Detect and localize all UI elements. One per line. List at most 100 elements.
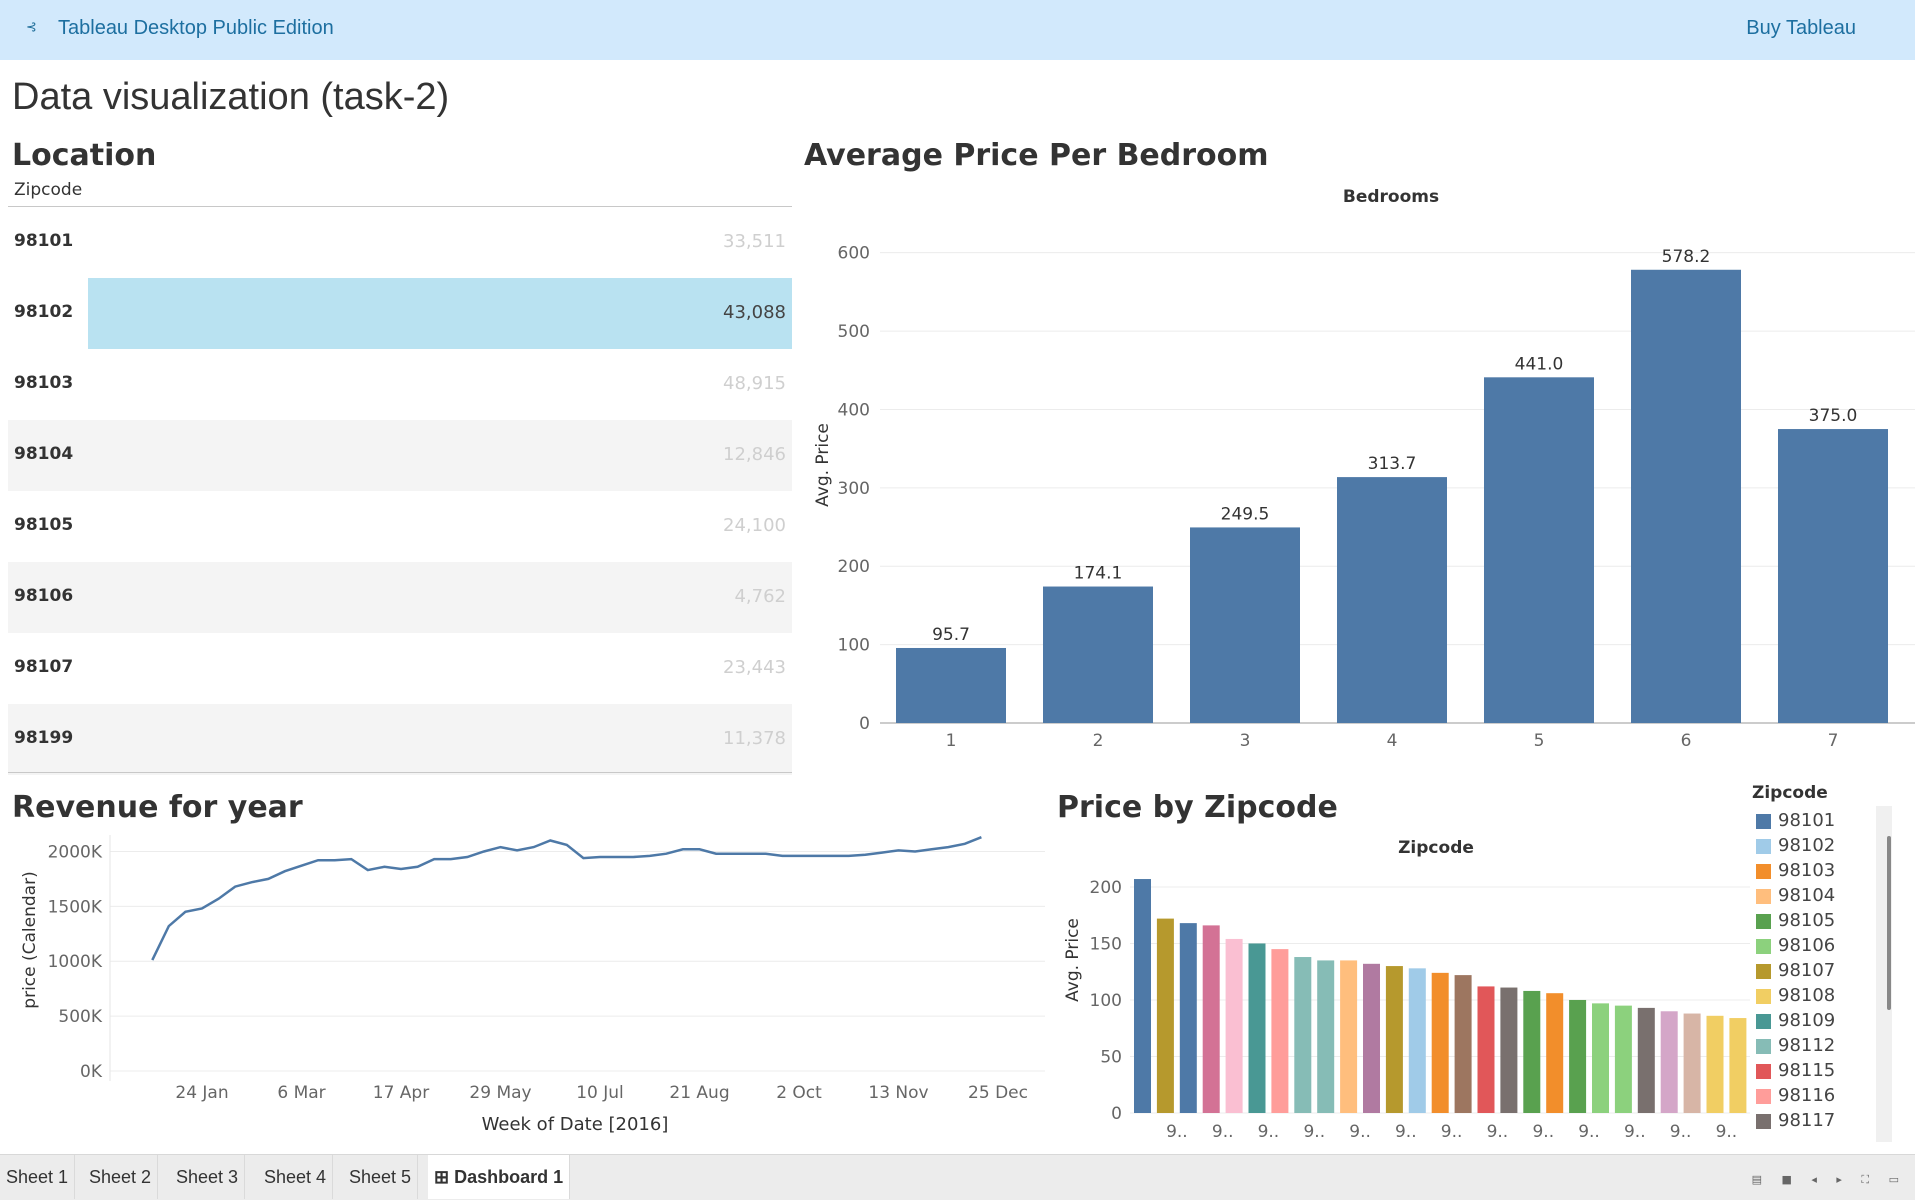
zipcode-value: 48,915 (723, 373, 786, 394)
bedroom-bar-3[interactable] (1190, 527, 1300, 723)
location-row-98107[interactable]: 98107 23,443 (8, 633, 792, 704)
zipcode-bar[interactable] (1523, 990, 1541, 1113)
zipcode-x-tick: 9.. (1166, 1122, 1188, 1142)
bedroom-bar-label: 174.1 (1074, 564, 1123, 584)
tableau-logo-icon: ⊰ (26, 20, 37, 35)
zipcode-bar[interactable] (1225, 938, 1243, 1113)
zipcode-bar[interactable] (1569, 999, 1587, 1113)
legend-label: 98117 (1778, 1110, 1836, 1131)
location-row-98106[interactable]: 98106 4,762 (8, 562, 792, 633)
zipcode-bar[interactable] (1156, 918, 1174, 1113)
zipcode-bar[interactable] (1729, 1018, 1747, 1113)
zipcode-bar[interactable] (1660, 1011, 1678, 1113)
zipcode-label: 98104 (14, 444, 74, 464)
zipcode-x-tick: 9.. (1258, 1122, 1280, 1142)
buy-tableau-link[interactable]: Buy Tableau (1746, 17, 1856, 40)
top-bar: ⊰ Tableau Desktop Public Edition Buy Tab… (0, 0, 1915, 60)
zipcode-bar[interactable] (1592, 1003, 1609, 1113)
zipcode-bar[interactable] (1179, 923, 1197, 1113)
bedroom-x-tick: 5 (1534, 731, 1545, 751)
zipcode-bar[interactable] (1340, 960, 1358, 1113)
zipcode-bar[interactable] (1363, 963, 1380, 1113)
bedroom-bar-1[interactable] (896, 647, 1006, 723)
sheet-tab-6[interactable]: ⊞ Dashboard 1 (428, 1155, 571, 1199)
sheet-tab-bar: Sheet 1 Sheet 2 Sheet 3 Sheet 4 Sheet 5 ⊞ Das… (0, 1154, 1915, 1200)
zipcode-bar[interactable] (1500, 987, 1518, 1113)
bedroom-y-tick: 0 (859, 714, 870, 734)
sheet-tab-2[interactable]: Sheet 2 (83, 1155, 159, 1199)
zipcode-bar[interactable] (1431, 972, 1449, 1113)
bedroom-x-tick: 2 (1093, 731, 1104, 751)
bedroom-y-tick: 400 (838, 400, 870, 420)
zipcode-bar[interactable] (1294, 957, 1312, 1113)
zipcode-x-tick: 9.. (1670, 1122, 1692, 1142)
zipcode-bar[interactable] (1637, 1007, 1655, 1113)
bedroom-bar-label: 249.5 (1221, 504, 1270, 524)
location-title: Location (12, 138, 157, 173)
legend-label: 98101 (1778, 810, 1836, 831)
zipcode-bar[interactable] (1271, 949, 1289, 1113)
location-row-98104[interactable]: 98104 12,846 (8, 420, 792, 491)
zipcode-bar[interactable] (1614, 1005, 1632, 1113)
revenue-y-axis-label: price (Calendar) (20, 871, 40, 1008)
zipcode-bar[interactable] (1477, 986, 1495, 1113)
bedroom-bar-7[interactable] (1778, 429, 1888, 723)
zipcode-bar[interactable] (1546, 993, 1564, 1113)
revenue-x-tick: 17 Apr (373, 1083, 429, 1103)
sheet-tab-4[interactable]: Sheet 4 (258, 1155, 334, 1199)
zipcode-value: 12,846 (723, 444, 786, 465)
location-row-98103[interactable]: 98103 48,915 (8, 349, 792, 420)
dashboard-title: Data visualization (task-2) (12, 76, 450, 118)
revenue-x-tick: 13 Nov (868, 1083, 928, 1103)
zipcode-bar[interactable] (1248, 943, 1266, 1113)
zipcode-bar[interactable] (1706, 1015, 1724, 1113)
location-row-98105[interactable]: 98105 24,100 (8, 491, 792, 562)
price-by-zipcode-title: Price by Zipcode (1057, 790, 1338, 825)
bedroom-bar-label: 578.2 (1662, 247, 1711, 267)
location-row-98101[interactable]: 98101 33,511 (8, 207, 792, 278)
bedroom-bar-label: 95.7 (932, 625, 970, 645)
zipcode-x-tick: 9.. (1487, 1122, 1509, 1142)
bedroom-bar-5[interactable] (1484, 377, 1594, 723)
revenue-x-axis-label: Week of Date [2016] (482, 1114, 669, 1135)
zipcode-bar[interactable] (1385, 966, 1403, 1113)
sheet-tab-3[interactable]: Sheet 3 (170, 1155, 246, 1199)
zipcode-bar[interactable] (1408, 968, 1426, 1113)
bedroom-y-tick: 300 (838, 479, 870, 499)
zipcode-value: 24,100 (723, 515, 786, 536)
bedroom-bar-6[interactable] (1631, 269, 1741, 723)
tab-navigation-icons[interactable]: ▤ ■ ◂ ▸ ⛶ ▭ (1752, 1173, 1907, 1187)
legend-label: 98102 (1778, 835, 1836, 856)
zipcode-value: 43,088 (723, 302, 786, 323)
legend-swatch (1756, 864, 1771, 879)
zipcode-value: 4,762 (734, 586, 786, 607)
location-row-98102[interactable]: 98102 43,088 (8, 278, 792, 349)
legend-label: 98105 (1778, 910, 1836, 931)
location-row-98199[interactable]: 98199 11,378 (8, 704, 792, 775)
zipcode-x-tick: 9.. (1441, 1122, 1463, 1142)
zipcode-bar[interactable] (1683, 1013, 1701, 1113)
zipcode-value: 23,443 (723, 657, 786, 678)
zipcode-value: 11,378 (723, 728, 786, 749)
zipcode-y-tick: 200 (1090, 878, 1122, 898)
zipcode-x-tick: 9.. (1578, 1122, 1600, 1142)
zipcode-bar[interactable] (1134, 879, 1151, 1113)
legend-scrollbar[interactable] (1887, 836, 1891, 1010)
zipcode-bar[interactable] (1317, 960, 1335, 1113)
zipcode-x-tick: 9.. (1716, 1122, 1738, 1142)
revenue-line[interactable] (151, 836, 982, 961)
revenue-x-tick: 6 Mar (277, 1083, 325, 1103)
zipcode-y-axis-label: Avg. Price (1063, 918, 1083, 1002)
bedroom-bar-2[interactable] (1043, 586, 1153, 723)
bedroom-y-axis-label: Avg. Price (813, 423, 833, 507)
bedroom-y-tick: 200 (838, 557, 870, 577)
zipcode-bar[interactable] (1454, 975, 1472, 1113)
zipcode-bar[interactable] (1202, 925, 1220, 1113)
sheet-tab-5[interactable]: Sheet 5 (343, 1155, 419, 1199)
zipcode-chart-header: Zipcode (1398, 838, 1474, 858)
bedroom-y-tick: 100 (838, 636, 870, 656)
bedroom-bar-4[interactable] (1337, 477, 1447, 723)
zipcode-y-tick: 0 (1111, 1104, 1122, 1124)
sheet-tab-1[interactable]: Sheet 1 (0, 1155, 76, 1199)
zipcode-value: 33,511 (723, 231, 786, 252)
